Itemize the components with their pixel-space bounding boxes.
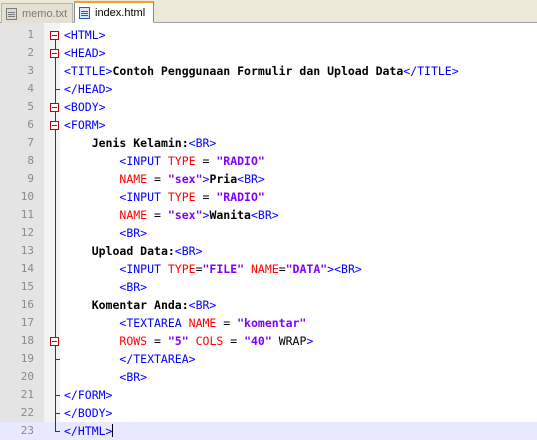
code-text: NAME = "sex">Pria<BR>	[119, 172, 265, 186]
code-text: <BR>	[119, 226, 148, 240]
code-text: </FORM>	[64, 388, 113, 402]
code-line[interactable]: 2 <HEAD>	[0, 44, 537, 62]
code-line[interactable]: 7 Jenis Kelamin:<BR>	[0, 134, 537, 152]
code-line[interactable]: 22 </BODY>	[0, 404, 537, 422]
code-line[interactable]: 3 <TITLE>Contoh Penggunaan Formulir dan U…	[0, 62, 537, 80]
fold-line	[55, 35, 56, 431]
code-text: <INPUT TYPE = "RADIO"	[119, 154, 265, 168]
text-file-icon	[6, 7, 17, 20]
code-text: <BR>	[119, 370, 148, 384]
fold-end-marker	[55, 413, 60, 414]
line-number: 6	[27, 118, 34, 131]
code-text: <INPUT TYPE = "RADIO"	[119, 190, 265, 204]
line-number: 12	[20, 226, 34, 239]
collapse-icon[interactable]	[50, 337, 59, 346]
fold-end-marker	[55, 359, 60, 360]
code-text: ROWS = "5" COLS = "40" WRAP>	[119, 334, 314, 348]
code-line[interactable]: 23 </HTML>	[0, 422, 537, 440]
code-text: Jenis Kelamin:<BR>	[91, 136, 217, 150]
code-line[interactable]: 9 NAME = "sex">Pria<BR>	[0, 170, 537, 188]
code-text: <TITLE>Contoh Penggunaan Formulir dan Up…	[64, 64, 459, 78]
code-line[interactable]: 13 Upload Data:<BR>	[0, 242, 537, 260]
code-text: Upload Data:<BR>	[91, 244, 203, 258]
code-text: <HTML>	[64, 28, 106, 42]
fold-end-marker	[55, 431, 60, 432]
code-line[interactable]: 11 NAME = "sex">Wanita<BR>	[0, 206, 537, 224]
fold-end-marker	[55, 89, 60, 90]
code-line[interactable]: 16 Komentar Anda:<BR>	[0, 296, 537, 314]
line-number: 23	[20, 424, 34, 437]
code-line[interactable]: 17 <TEXTAREA NAME = "komentar"	[0, 314, 537, 332]
code-text: </HEAD>	[64, 82, 113, 96]
html-file-icon	[79, 6, 90, 19]
code-text: </TEXTAREA>	[119, 352, 196, 366]
collapse-icon[interactable]	[50, 121, 59, 130]
code-line[interactable]: 12 <BR>	[0, 224, 537, 242]
code-line[interactable]: 5 <BODY>	[0, 98, 537, 116]
code-line[interactable]: 1 <HTML>	[0, 26, 537, 44]
line-number: 21	[20, 388, 34, 401]
tab-label: memo.txt	[22, 7, 68, 20]
code-line[interactable]: 19 </TEXTAREA>	[0, 350, 537, 368]
code-text: <BR>	[119, 280, 148, 294]
code-text: <TEXTAREA NAME = "komentar"	[119, 316, 307, 330]
code-text: <INPUT TYPE="FILE" NAME="DATA"><BR>	[119, 262, 362, 276]
line-number: 15	[20, 280, 34, 293]
collapse-icon[interactable]	[50, 31, 59, 40]
code-text: </HTML>	[64, 424, 114, 438]
line-number: 19	[20, 352, 34, 365]
line-number: 7	[27, 136, 34, 149]
code-line[interactable]: 6 <FORM>	[0, 116, 537, 134]
line-number: 4	[27, 82, 34, 95]
tab-label: index.html	[95, 6, 146, 19]
line-number: 1	[27, 28, 34, 41]
line-number: 8	[27, 154, 34, 167]
code-text: <FORM>	[64, 118, 106, 132]
line-number: 14	[20, 262, 34, 275]
line-number: 20	[20, 370, 34, 383]
line-number: 3	[27, 64, 34, 77]
code-text: </BODY>	[64, 406, 113, 420]
line-number: 2	[27, 46, 34, 59]
code-line[interactable]: 15 <BR>	[0, 278, 537, 296]
collapse-icon[interactable]	[50, 49, 59, 58]
tab-index-html[interactable]: index.html	[74, 1, 154, 23]
collapse-icon[interactable]	[50, 103, 59, 112]
code-text: <BODY>	[64, 100, 106, 114]
line-number: 10	[20, 190, 34, 203]
code-line[interactable]: 10 <INPUT TYPE = "RADIO"	[0, 188, 537, 206]
code-line[interactable]: 8 <INPUT TYPE = "RADIO"	[0, 152, 537, 170]
code-line[interactable]: 21 </FORM>	[0, 386, 537, 404]
line-number: 18	[20, 334, 34, 347]
tab-bar: memo.txt index.html	[0, 0, 537, 23]
line-number: 9	[27, 172, 34, 185]
code-line[interactable]: 14 <INPUT TYPE="FILE" NAME="DATA"><BR>	[0, 260, 537, 278]
code-line[interactable]: 20 <BR>	[0, 368, 537, 386]
text-caret	[112, 424, 114, 437]
line-number: 13	[20, 244, 34, 257]
line-number: 11	[20, 208, 34, 221]
line-number: 16	[20, 298, 34, 311]
line-number: 17	[20, 316, 34, 329]
line-number: 22	[20, 406, 34, 419]
line-number: 5	[27, 100, 34, 113]
code-text: NAME = "sex">Wanita<BR>	[119, 208, 279, 222]
code-line[interactable]: 4 </HEAD>	[0, 80, 537, 98]
tab-memo-txt[interactable]: memo.txt	[1, 3, 73, 23]
code-text: Komentar Anda:<BR>	[91, 298, 217, 312]
fold-end-marker	[55, 395, 60, 396]
code-line[interactable]: 18 ROWS = "5" COLS = "40" WRAP>	[0, 332, 537, 350]
code-text: <HEAD>	[64, 46, 106, 60]
